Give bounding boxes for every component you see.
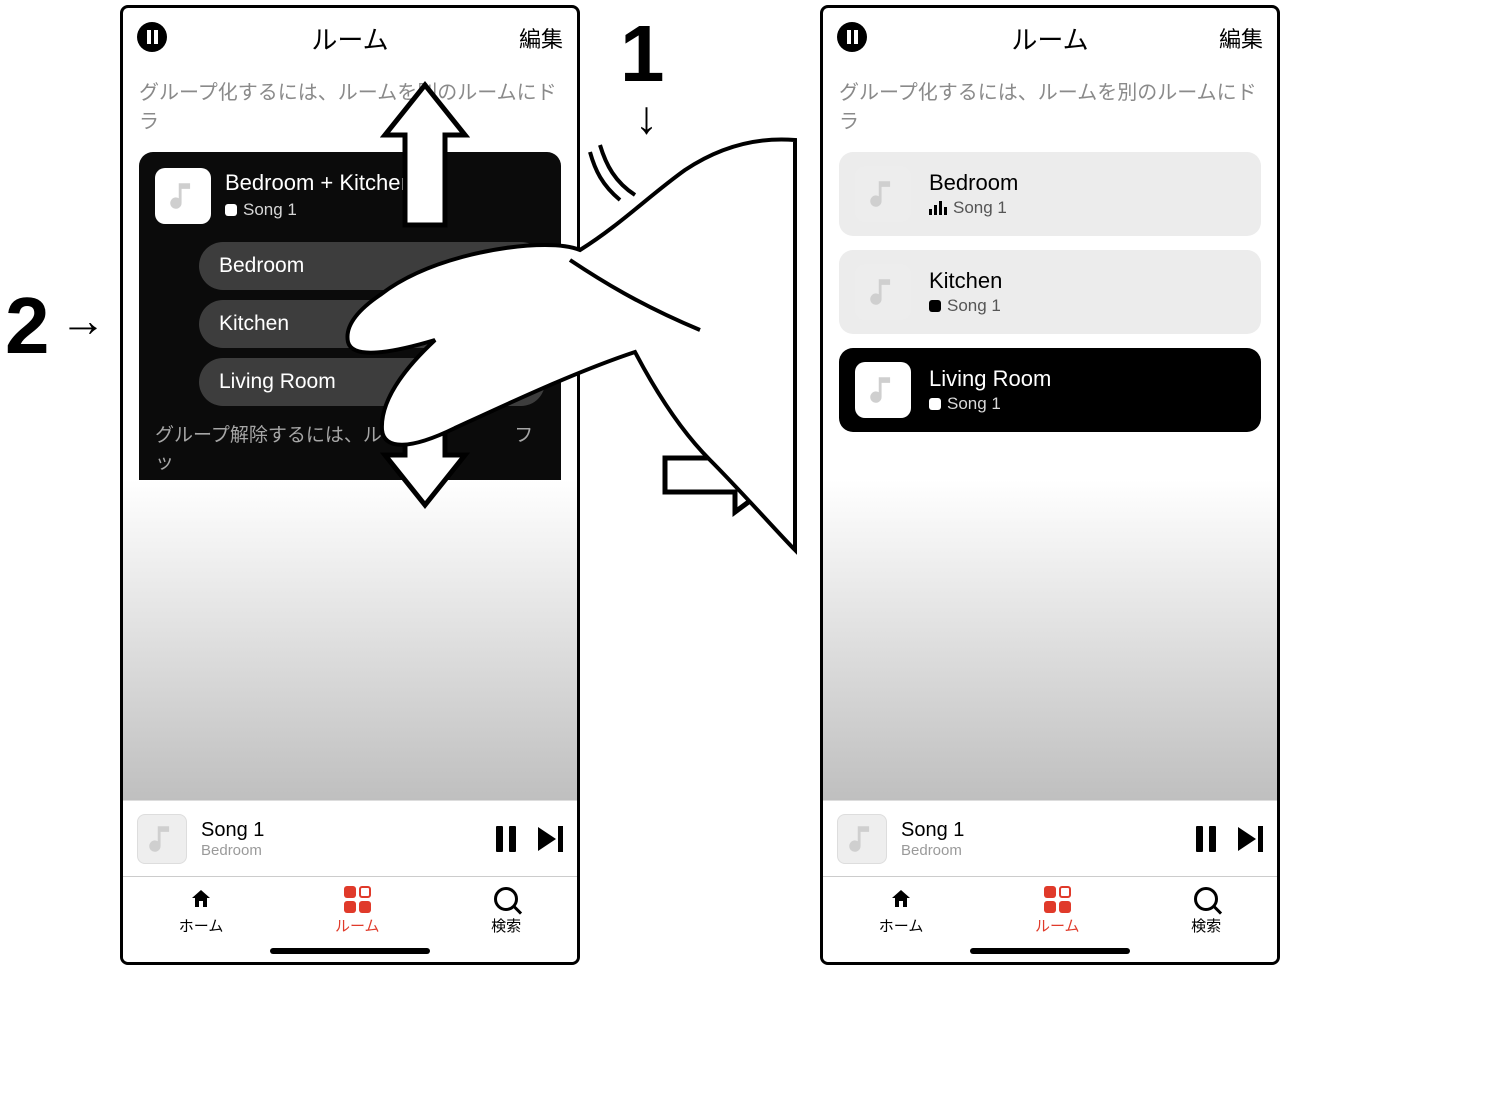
annotation-step-1: 1 <box>620 8 665 100</box>
phone-screen-ungrouped: ルーム 編集 グループ化するには、ルームを別のルームにドラ Bedroom So… <box>820 5 1280 965</box>
grouping-hint: グループ化するには、ルームを別のルームにドラ <box>823 68 1277 152</box>
room-song: Song 1 <box>929 198 1018 218</box>
album-art-icon <box>155 168 211 224</box>
tab-label: ルーム <box>335 915 380 936</box>
room-name: Kitchen <box>929 268 1002 294</box>
tab-label: 検索 <box>491 915 521 936</box>
stop-icon <box>929 300 941 312</box>
pause-button-icon[interactable] <box>496 826 516 852</box>
now-playing-bar[interactable]: Song 1 Bedroom <box>823 800 1277 876</box>
album-art-icon <box>855 166 911 222</box>
rooms-icon <box>344 886 371 913</box>
tab-search[interactable]: 検索 <box>1191 885 1221 936</box>
now-playing-room: Bedroom <box>201 842 264 859</box>
home-indicator[interactable] <box>270 948 430 954</box>
home-indicator[interactable] <box>970 948 1130 954</box>
rooms-icon <box>1044 886 1071 913</box>
content-fade <box>823 480 1277 800</box>
tab-search[interactable]: 検索 <box>491 885 521 936</box>
album-art-icon <box>855 264 911 320</box>
tab-home[interactable]: ホーム <box>179 885 224 936</box>
header-title: ルーム <box>311 20 388 57</box>
stop-icon <box>929 398 941 410</box>
edit-button[interactable]: 編集 <box>1219 22 1263 54</box>
tab-rooms[interactable]: ルーム <box>1035 885 1080 936</box>
now-playing-art-icon <box>837 814 887 864</box>
next-track-button-icon[interactable] <box>1238 826 1263 852</box>
header: ルーム 編集 <box>823 8 1277 68</box>
album-art-icon <box>855 362 911 418</box>
system-pause-icon[interactable] <box>137 22 167 52</box>
stop-icon <box>225 204 237 216</box>
now-playing-art-icon <box>137 814 187 864</box>
edit-button[interactable]: 編集 <box>519 22 563 54</box>
annotation-step-2: 2 <box>5 280 50 372</box>
pause-button-icon[interactable] <box>1196 826 1216 852</box>
now-playing-room: Bedroom <box>901 842 964 859</box>
tab-home[interactable]: ホーム <box>879 885 924 936</box>
header-title: ルーム <box>1011 20 1088 57</box>
tab-label: ルーム <box>1035 915 1080 936</box>
tab-label: ホーム <box>179 915 224 936</box>
now-playing-title: Song 1 <box>201 819 264 842</box>
now-playing-title: Song 1 <box>901 819 964 842</box>
header: ルーム 編集 <box>123 8 577 68</box>
tab-rooms[interactable]: ルーム <box>335 885 380 936</box>
search-icon <box>494 887 518 911</box>
equalizer-icon <box>929 201 947 215</box>
room-song: Song 1 <box>929 296 1002 316</box>
room-song: Song 1 <box>929 394 1051 414</box>
annotation-arrow-right-icon: → <box>60 293 106 347</box>
room-name: Living Room <box>929 366 1051 392</box>
hand-gesture-icon <box>340 130 800 560</box>
system-pause-icon[interactable] <box>837 22 867 52</box>
tab-label: ホーム <box>879 915 924 936</box>
search-icon <box>1194 887 1218 911</box>
room-name: Bedroom <box>929 170 1018 196</box>
now-playing-bar[interactable]: Song 1 Bedroom <box>123 800 577 876</box>
room-card-living-room[interactable]: Living Room Song 1 <box>839 348 1261 432</box>
next-track-button-icon[interactable] <box>538 826 563 852</box>
room-card-bedroom[interactable]: Bedroom Song 1 <box>839 152 1261 236</box>
room-card-kitchen[interactable]: Kitchen Song 1 <box>839 250 1261 334</box>
tab-label: 検索 <box>1191 915 1221 936</box>
